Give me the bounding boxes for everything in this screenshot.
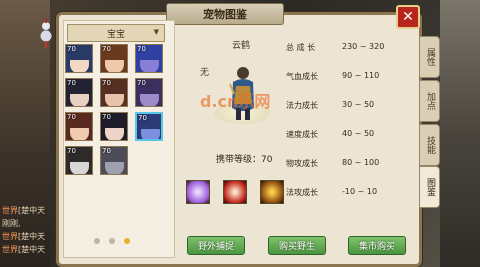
chat-text: [楚中天 bbox=[18, 206, 46, 215]
pet-level: 70 bbox=[102, 45, 111, 53]
chat-channel-tag: 世界 bbox=[2, 206, 18, 215]
stat-row: 速度成长 40 ~ 50 bbox=[286, 129, 396, 141]
panel-title: 宠物图鉴 bbox=[166, 3, 284, 25]
chat-text: [楚中天 bbox=[18, 232, 46, 241]
pet-name: 云鹤 bbox=[232, 41, 251, 51]
capture-wild-button[interactable]: 野外捕捉 bbox=[187, 236, 245, 255]
pet-level: 70 bbox=[67, 45, 76, 53]
watermark-logo: d.cn乐网 bbox=[200, 92, 271, 111]
pet-level: 70 bbox=[138, 114, 147, 122]
pet-slot[interactable]: 70 bbox=[65, 112, 93, 141]
tab-3[interactable]: 技能 bbox=[419, 124, 440, 166]
stat-value: 40 ~ 50 bbox=[342, 129, 375, 138]
stat-row: 法力成长 30 ~ 50 bbox=[286, 100, 396, 112]
stat-row: 气血成长 90 ~ 110 bbox=[286, 71, 396, 83]
pet-level: 70 bbox=[137, 45, 146, 53]
chat-text: [楚中天 bbox=[18, 245, 46, 254]
stat-value: 30 ~ 50 bbox=[342, 100, 375, 109]
tab-label: 技能 bbox=[425, 136, 435, 154]
pet-level: 70 bbox=[102, 147, 111, 155]
stat-value: 230 ~ 320 bbox=[342, 42, 385, 51]
chat-line[interactable]: 世界[楚中天 bbox=[2, 205, 54, 217]
tab-label: 加点 bbox=[425, 92, 435, 110]
chat-channel-tag: 世界 bbox=[2, 245, 18, 254]
pet-level: 70 bbox=[102, 79, 111, 87]
category-select[interactable]: 宝宝 ▼ bbox=[67, 24, 165, 42]
stat-label: 物攻成长 bbox=[286, 159, 318, 168]
pet-slot[interactable]: 70 bbox=[135, 78, 163, 107]
market-buy-button[interactable]: 集市购买 bbox=[348, 236, 406, 255]
swirl-skill-icon[interactable] bbox=[186, 180, 210, 204]
chat-line[interactable]: 世界[楚中天 bbox=[2, 231, 54, 243]
close-icon[interactable]: ✕ bbox=[396, 5, 420, 29]
stat-label: 速度成长 bbox=[286, 130, 318, 139]
pet-slot[interactable]: 70 bbox=[65, 146, 93, 175]
tab-2[interactable]: 加点 bbox=[419, 80, 440, 122]
stat-label: 气血成长 bbox=[286, 72, 318, 81]
bird-skill-icon[interactable] bbox=[223, 180, 247, 204]
stat-row: 总 成 长 230 ~ 320 bbox=[286, 42, 396, 54]
scene-right bbox=[440, 0, 480, 267]
pet-slot[interactable]: 70 bbox=[135, 112, 163, 141]
pet-slot[interactable]: 70 bbox=[100, 78, 128, 107]
pet-level: 70 bbox=[67, 113, 76, 121]
chat-line[interactable]: 世界[楚中天 bbox=[2, 244, 54, 256]
pet-slot[interactable]: 70 bbox=[100, 112, 128, 141]
pet-slot[interactable]: 70 bbox=[65, 78, 93, 107]
pet-slot[interactable]: 70 bbox=[65, 44, 93, 73]
page-dot[interactable] bbox=[94, 238, 100, 244]
pet-slot[interactable]: 70 bbox=[100, 44, 128, 73]
page-dot[interactable] bbox=[109, 238, 115, 244]
stat-label: 法攻成长 bbox=[286, 188, 318, 197]
pet-slot[interactable]: 70 bbox=[135, 44, 163, 73]
chat-text: 刚刚, bbox=[2, 219, 21, 228]
tab-label: 属性 bbox=[425, 48, 435, 66]
tab-1[interactable]: 属性 bbox=[419, 36, 440, 78]
stat-row: 物攻成长 80 ~ 100 bbox=[286, 158, 396, 170]
chat-line[interactable]: 刚刚, bbox=[2, 218, 54, 230]
buy-wild-button[interactable]: 购买野生 bbox=[268, 236, 326, 255]
pet-level: 70 bbox=[67, 79, 76, 87]
category-select-value: 宝宝 bbox=[106, 29, 125, 40]
pet-level: 70 bbox=[137, 79, 146, 87]
tab-4[interactable]: 图鉴 bbox=[419, 166, 440, 208]
pet-note: 无 bbox=[200, 68, 210, 78]
stat-value: 80 ~ 100 bbox=[342, 158, 380, 167]
flame-skill-icon[interactable] bbox=[260, 180, 284, 204]
carry-level: 携带等级：70 bbox=[216, 155, 273, 165]
chat-channel-tag: 世界 bbox=[2, 232, 18, 241]
chevron-down-icon: ▼ bbox=[153, 28, 159, 36]
stat-label: 法力成长 bbox=[286, 101, 318, 110]
pet-level: 70 bbox=[67, 147, 76, 155]
stat-value: -10 ~ 10 bbox=[342, 187, 378, 196]
stat-label: 总 成 长 bbox=[286, 43, 316, 52]
gourd-icon[interactable] bbox=[40, 18, 52, 48]
tab-label: 图鉴 bbox=[425, 178, 435, 196]
pet-level: 70 bbox=[102, 113, 111, 121]
stat-value: 90 ~ 110 bbox=[342, 71, 380, 80]
stat-row: 法攻成长 -10 ~ 10 bbox=[286, 187, 396, 199]
page-indicator bbox=[94, 238, 130, 244]
page-dot-active[interactable] bbox=[124, 238, 130, 244]
pet-slot[interactable]: 70 bbox=[100, 146, 128, 175]
